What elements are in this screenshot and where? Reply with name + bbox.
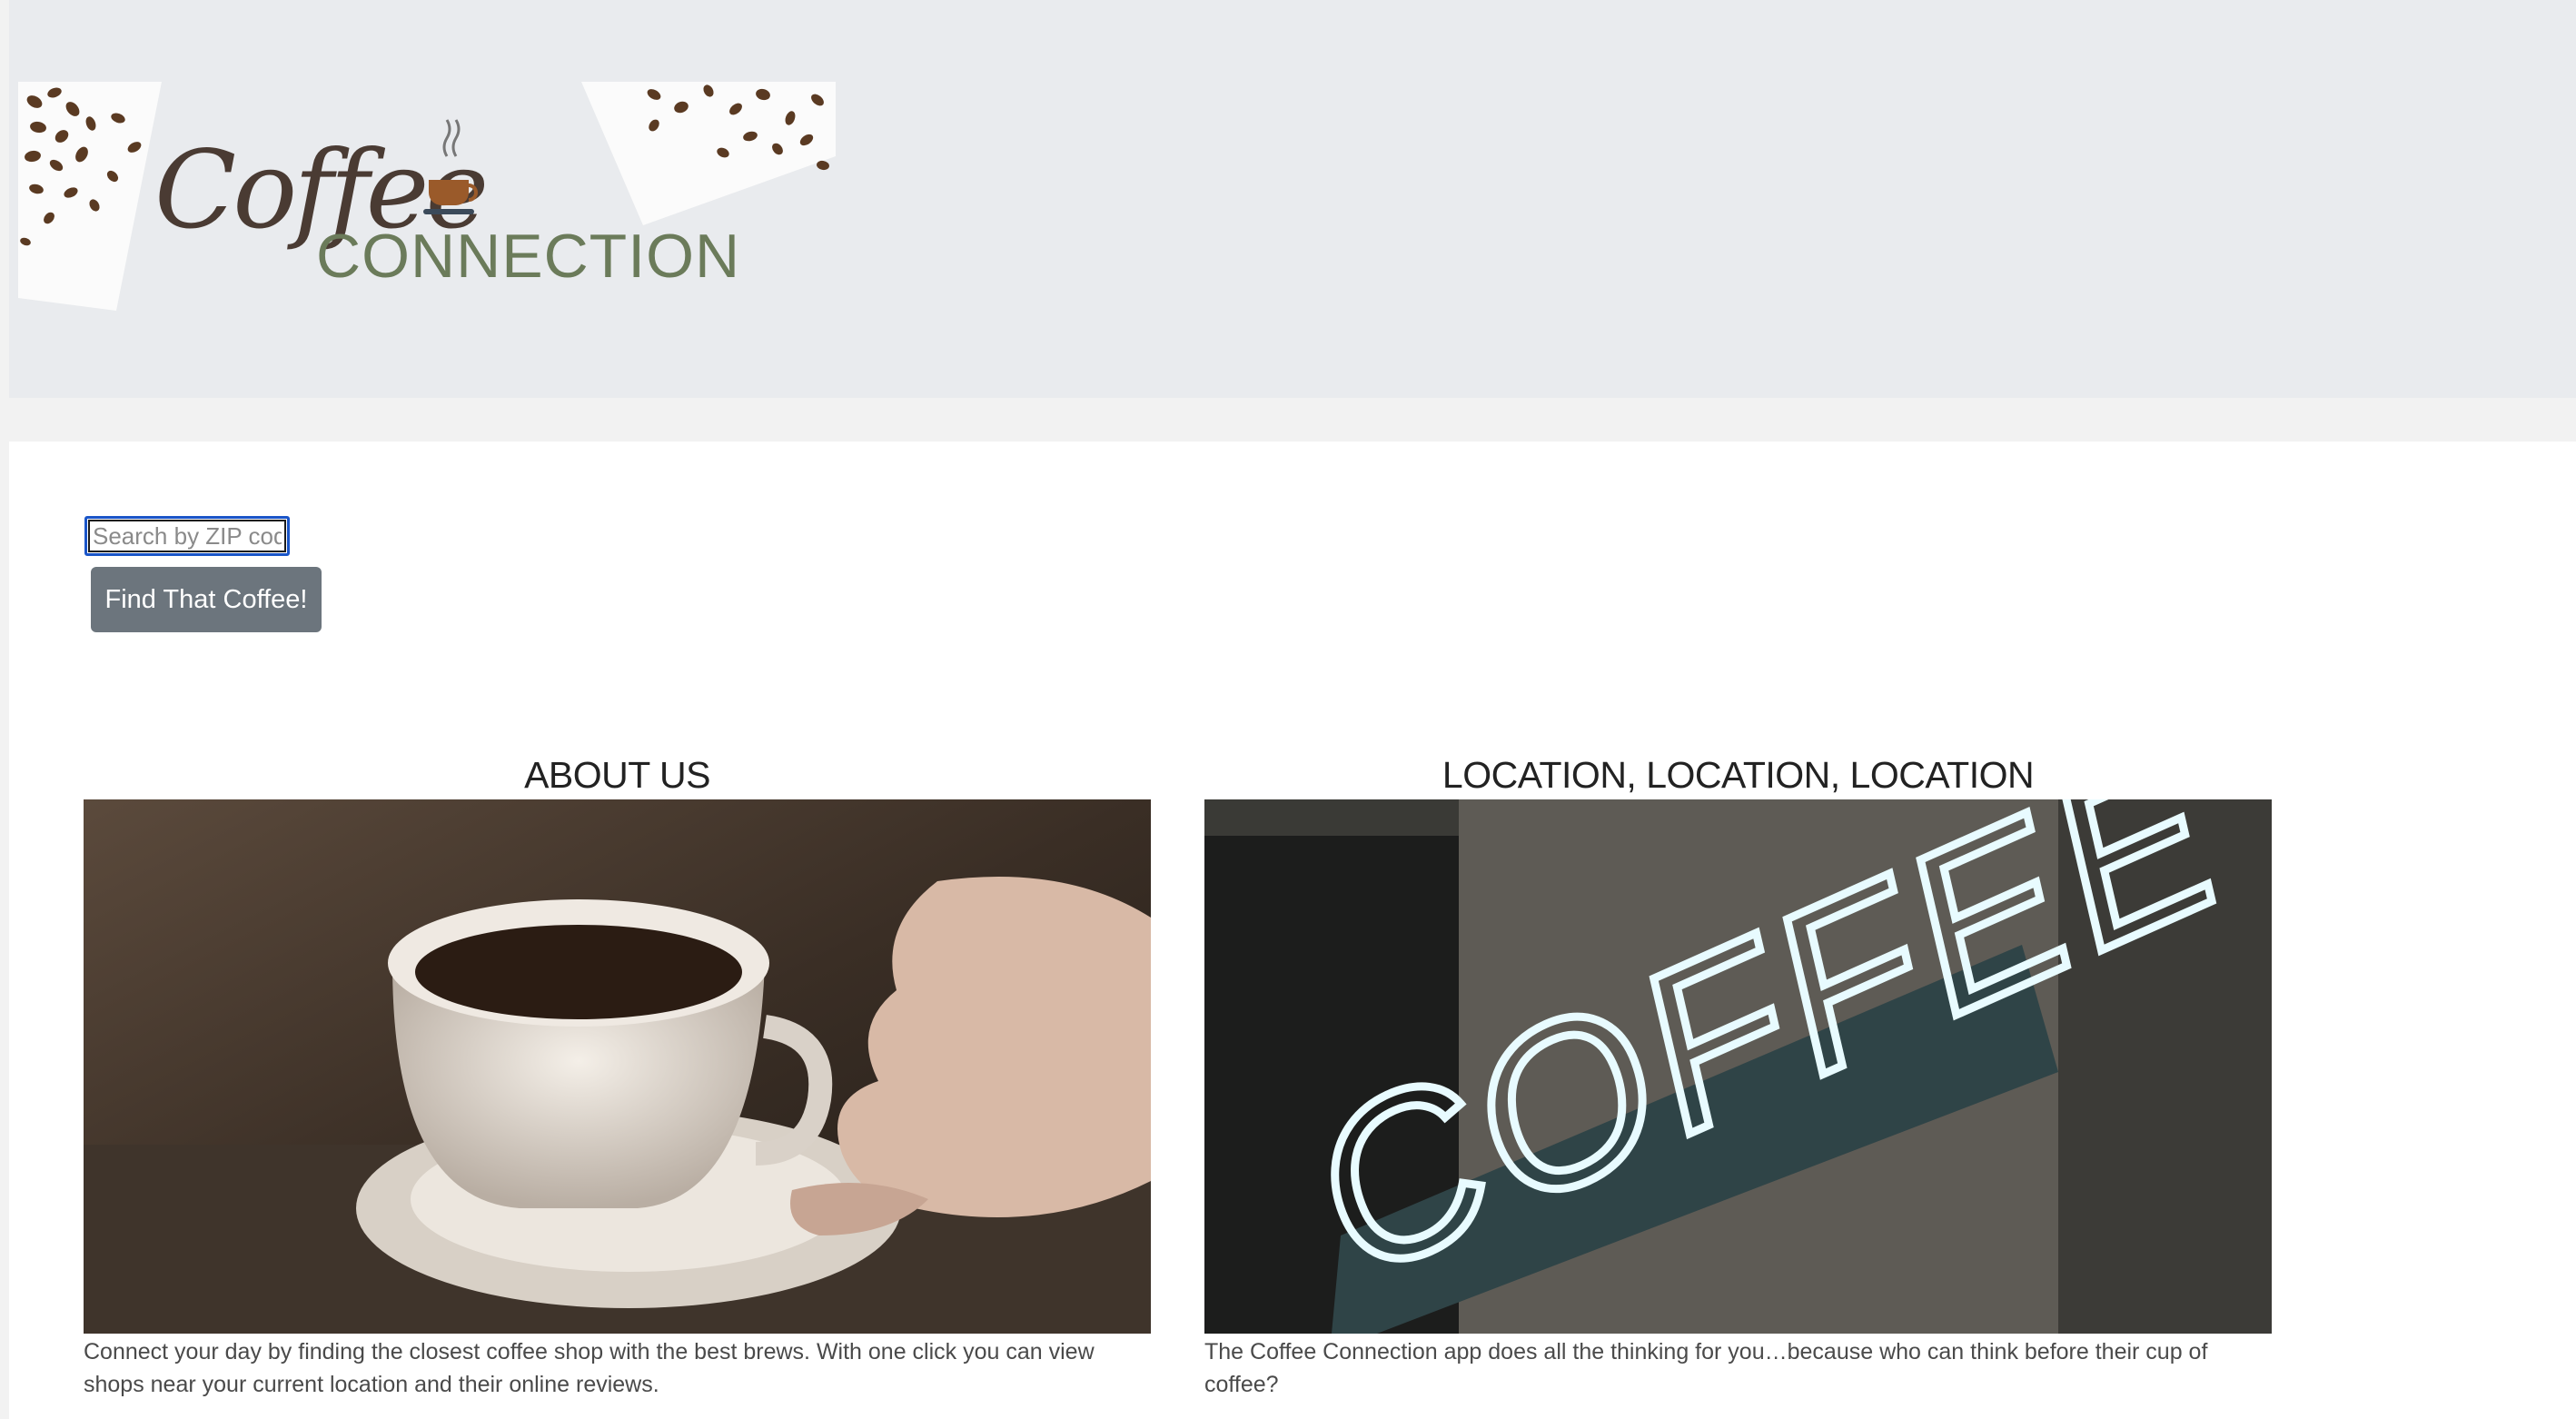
coffee-connection-logo[interactable]: Coffee CONNECTION <box>18 82 836 313</box>
coffee-cup-photo <box>84 799 1151 1334</box>
about-us-section: ABOUT US Connect your day by finding the… <box>84 750 1151 1401</box>
location-text: The Coffee Connection app does all the t… <box>1204 1339 2208 1397</box>
site-header: Coffee CONNECTION <box>9 0 2576 398</box>
about-us-text: Connect your day by finding the closest … <box>84 1339 1095 1397</box>
find-coffee-button[interactable]: Find That Coffee! <box>91 567 322 632</box>
location-section: LOCATION, LOCATION, LOCATION COFFEE The … <box>1204 750 2272 1401</box>
main-content: Find That Coffee! ABOUT US <box>9 442 2576 1419</box>
about-us-heading: ABOUT US <box>524 754 710 796</box>
neon-coffee-sign-photo: COFFEE <box>1204 799 2272 1334</box>
location-heading: LOCATION, LOCATION, LOCATION <box>1442 754 2035 796</box>
zip-search-input[interactable] <box>84 516 290 556</box>
logo-connection-text: CONNECTION <box>316 222 740 291</box>
